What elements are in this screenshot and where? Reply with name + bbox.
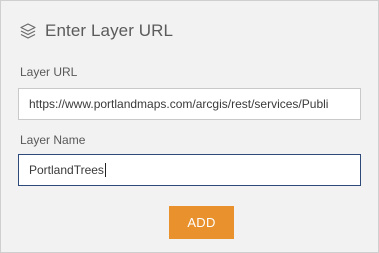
layers-icon — [19, 22, 37, 40]
add-button[interactable]: ADD — [169, 206, 234, 239]
text-caret — [104, 163, 106, 177]
layer-name-input[interactable]: PortlandTrees — [18, 154, 361, 186]
panel-header: Enter Layer URL — [19, 18, 173, 44]
layer-name-value: PortlandTrees — [29, 163, 104, 177]
layer-url-label: Layer URL — [20, 65, 78, 79]
layer-name-label: Layer Name — [20, 133, 86, 147]
panel-title: Enter Layer URL — [45, 21, 174, 40]
add-layer-panel: Enter Layer URL Layer URL https://www.po… — [0, 0, 379, 253]
layer-url-input[interactable]: https://www.portlandmaps.com/arcgis/rest… — [18, 88, 361, 120]
layer-url-value: https://www.portlandmaps.com/arcgis/rest… — [29, 97, 329, 111]
